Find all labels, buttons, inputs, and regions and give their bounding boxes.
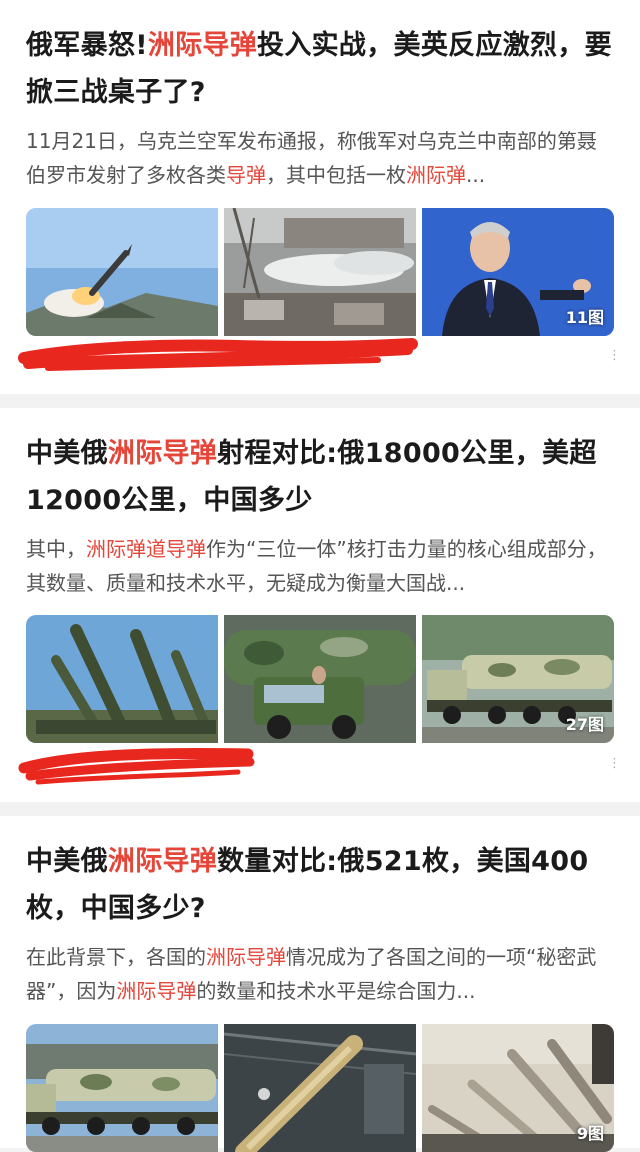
missile-launchers-photo[interactable] <box>26 615 218 743</box>
feed-card-2[interactable]: 中美俄洲际导弹射程对比:俄18000公里，美超12000公里，中国多少 其中，洲… <box>0 408 640 802</box>
image-gallery[interactable]: 9图 <box>26 1024 614 1152</box>
keyword-highlight: 洲际弹道导弹 <box>86 537 206 561</box>
keyword-highlight: 导弹 <box>226 163 266 187</box>
card-title[interactable]: 中美俄洲际导弹数量对比:俄521枚，美国400枚，中国多少? <box>26 838 614 932</box>
feed-card-1[interactable]: 俄军暴怒!洲际导弹投入实战，美英反应激烈，要掀三战桌子了? 11月21日，乌克兰… <box>0 0 640 394</box>
image-count-badge: 27图 <box>565 715 604 734</box>
keyword-highlight: 洲际导弹 <box>206 945 286 969</box>
keyword-highlight: 洲际弹 <box>406 163 466 187</box>
missile-truck-photo[interactable]: 27图 <box>422 615 614 743</box>
more-options-icon[interactable]: ⋮ <box>608 757 621 770</box>
keyword-highlight: 洲际导弹 <box>107 438 218 469</box>
missile-hangar-photo[interactable] <box>224 1024 416 1152</box>
military-parade-jeep-photo[interactable] <box>224 615 416 743</box>
card-summary[interactable]: 其中，洲际弹道导弹作为“三位一体”核打击力量的核心组成部分，其数量、质量和技术水… <box>26 532 614 600</box>
image-gallery[interactable]: 11图 <box>26 208 614 336</box>
image-count-badge: 9图 <box>576 1124 604 1143</box>
image-count-badge: 11图 <box>565 308 604 327</box>
card-summary[interactable]: 11月21日，乌克兰空军发布通报，称俄军对乌克兰中南部的第聂伯罗市发射了多枚各类… <box>26 124 614 192</box>
card-summary[interactable]: 在此背景下，各国的洲际导弹情况成为了各国之间的一项“秘密武器”，因为洲际导弹的数… <box>26 940 614 1008</box>
card-title[interactable]: 俄军暴怒!洲际导弹投入实战，美英反应激烈，要掀三战桌子了? <box>26 22 614 116</box>
missile-launch-photo[interactable] <box>26 208 218 336</box>
keyword-highlight: 洲际导弹 <box>116 979 197 1003</box>
smoke-over-city-photo[interactable] <box>224 208 416 336</box>
more-options-icon[interactable]: ⋮ <box>608 349 621 362</box>
keyword-highlight: 洲际导弹 <box>107 846 218 877</box>
keyword-highlight: 洲际导弹 <box>147 30 258 61</box>
missiles-display-photo[interactable]: 9图 <box>422 1024 614 1152</box>
redaction-scribble <box>18 338 418 371</box>
redaction-scribble <box>18 748 255 785</box>
feed-card-3[interactable]: 中美俄洲际导弹数量对比:俄521枚，美国400枚，中国多少? 在此背景下，各国的… <box>0 816 640 1152</box>
image-gallery[interactable]: 27图 <box>26 615 614 743</box>
official-speaking-photo[interactable]: 11图 <box>422 208 614 336</box>
card-title[interactable]: 中美俄洲际导弹射程对比:俄18000公里，美超12000公里，中国多少 <box>26 430 614 524</box>
parade-trucks-photo[interactable] <box>26 1024 218 1152</box>
